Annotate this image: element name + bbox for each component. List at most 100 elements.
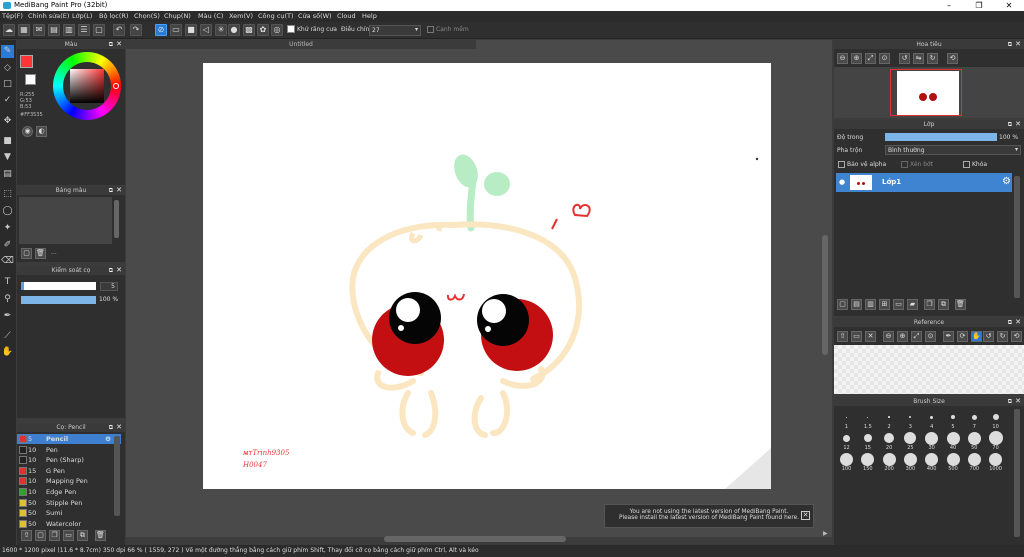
bucket-tool-icon[interactable]: ▼ — [1, 151, 14, 164]
delete-palette-icon[interactable]: 🗑 — [35, 248, 46, 259]
secondary-color-swatch[interactable] — [25, 74, 36, 85]
close-icon[interactable]: ✕ — [1015, 397, 1021, 406]
close-icon[interactable]: ✕ — [116, 186, 122, 195]
actual-size-icon[interactable]: ⊙ — [925, 331, 936, 342]
smooth-checkbox[interactable] — [427, 26, 434, 33]
new-text-layer-icon[interactable]: ⊞ — [879, 299, 890, 310]
brush-size-cell[interactable]: 12 — [836, 430, 857, 451]
brush-size-cell[interactable]: 20 — [879, 430, 900, 451]
lasso-tool-icon[interactable]: ◯ — [1, 205, 14, 218]
brush-size-cell[interactable]: 10 — [985, 409, 1006, 430]
canvas-tab[interactable]: Untitled — [126, 40, 476, 49]
close-icon[interactable]: ✕ — [1015, 318, 1021, 327]
pin-icon[interactable]: ⧉ — [109, 266, 113, 275]
chat-icon[interactable]: ✉ — [33, 24, 45, 36]
pin-icon[interactable]: ⧉ — [1008, 120, 1012, 129]
brush-size-cell[interactable]: 400 — [921, 451, 942, 472]
brush-item[interactable]: 10 Edge Pen — [17, 487, 121, 497]
drawing-canvas[interactable]: ᴍ̶ᴛTrinh9305 H0047 — [203, 63, 771, 489]
divide-tool-icon[interactable]: ⟋ — [1, 330, 14, 343]
close-reference-icon[interactable]: ✕ — [865, 331, 876, 342]
reset-view-icon[interactable]: ⟲ — [947, 53, 958, 64]
zoom-out-icon[interactable]: ⊖ — [837, 53, 848, 64]
new-8bit-layer-icon[interactable]: ▥ — [865, 299, 876, 310]
color-mode-icon[interactable]: ◉ — [22, 126, 33, 137]
close-icon[interactable]: ✕ — [116, 40, 122, 49]
redo-icon[interactable]: ↷ — [130, 24, 142, 36]
text-tool-icon[interactable]: T — [1, 276, 14, 289]
layer-scrollbar[interactable] — [1014, 176, 1020, 298]
antialias-checkbox[interactable] — [287, 25, 295, 33]
hand-tool-icon[interactable]: ✋ — [1, 346, 14, 359]
brush-size-cell[interactable]: 2 — [879, 409, 900, 430]
duplicate-icon[interactable]: ⧉ — [77, 530, 88, 541]
grid-icon[interactable]: ▦ — [18, 24, 30, 36]
brush-size-cell[interactable]: 70 — [985, 430, 1006, 451]
scroll-right-icon[interactable]: ▶ — [823, 530, 828, 537]
brush-size-cell[interactable]: 15 — [857, 430, 878, 451]
magic-wand-tool-icon[interactable]: ✦ — [1, 222, 14, 235]
folder-icon[interactable]: ▭ — [63, 530, 74, 541]
close-button[interactable]: ✕ — [994, 0, 1024, 11]
brush-item[interactable]: 15 G Pen — [17, 466, 121, 476]
actual-size-icon[interactable]: ⊙ — [879, 53, 890, 64]
open-image-icon[interactable]: ⇧ — [837, 331, 848, 342]
palette-area[interactable] — [19, 197, 112, 244]
menu-help[interactable]: Help — [362, 12, 377, 20]
update-notification[interactable]: You are not using the latest version of … — [604, 504, 814, 528]
opacity-slider[interactable] — [21, 296, 96, 304]
rotate-right-icon[interactable]: ↻ — [927, 53, 938, 64]
list-icon[interactable]: ☰ — [78, 24, 90, 36]
zoom-in-icon[interactable]: ⊕ — [851, 53, 862, 64]
circle-icon[interactable]: ● — [228, 24, 240, 36]
reference-folder-icon[interactable]: ▭ — [851, 331, 862, 342]
ruler-icon[interactable]: ◁ — [200, 24, 212, 36]
folder-icon[interactable]: ▰ — [907, 299, 918, 310]
brush-size-cell[interactable]: 300 — [900, 451, 921, 472]
navigator-preview[interactable] — [834, 67, 1024, 118]
dot-tool-icon[interactable]: □ — [1, 78, 14, 91]
primary-color-swatch[interactable] — [20, 55, 33, 68]
zoom-out-icon[interactable]: ⊖ — [883, 331, 894, 342]
brush-size-cell[interactable]: 5 — [943, 409, 964, 430]
duplicate-layer-icon[interactable]: ❐ — [924, 299, 935, 310]
fit-icon[interactable]: ⤢ — [865, 53, 876, 64]
clipping-checkbox[interactable] — [901, 161, 908, 168]
new-layer-icon[interactable]: ▢ — [837, 299, 848, 310]
brush-up-icon[interactable]: ⇧ — [21, 530, 32, 541]
adjust-select[interactable]: 27 ▾ — [369, 25, 421, 36]
brush-size-cell[interactable]: 30 — [921, 430, 942, 451]
merge-layer-icon[interactable]: ⧉ — [938, 299, 949, 310]
brush-item[interactable]: 10 Mapping Pen — [17, 476, 121, 486]
minimize-button[interactable]: – — [934, 0, 964, 11]
snap-icon[interactable]: ✳ — [215, 24, 227, 36]
layer-opacity-slider[interactable] — [885, 133, 997, 141]
brush-size-cell[interactable]: 100 — [836, 451, 857, 472]
fill-shape-tool-icon[interactable]: ■ — [1, 135, 14, 148]
brush-size-cell[interactable]: 200 — [879, 451, 900, 472]
brush-item[interactable]: 10 Pen (Sharp) — [17, 455, 121, 465]
brush-size-cell[interactable]: 500 — [943, 451, 964, 472]
menu-cloud[interactable]: Cloud — [337, 12, 356, 20]
delete-layer-icon[interactable]: 🗑 — [955, 299, 966, 310]
brush-tool-icon[interactable]: ✎ — [1, 45, 14, 58]
canvas-horizontal-scrollbar[interactable] — [384, 536, 566, 542]
palette-scrollbar[interactable] — [114, 200, 119, 238]
new-brush-icon[interactable]: ▢ — [35, 530, 46, 541]
brush-size-cell[interactable]: 7 — [964, 409, 985, 430]
brush-size-cell[interactable]: 4 — [921, 409, 942, 430]
eye-icon[interactable]: ● — [839, 178, 845, 186]
new-folder-icon[interactable]: ▭ — [893, 299, 904, 310]
gear-snap-icon[interactable]: ✿ — [257, 24, 269, 36]
page-icon[interactable]: ▢ — [93, 24, 105, 36]
rotate-left-icon[interactable]: ↺ — [899, 53, 910, 64]
brush-size-cell[interactable]: 1.5 — [857, 409, 878, 430]
pin-icon[interactable]: ⧉ — [1008, 40, 1012, 49]
panel-icon[interactable]: ▥ — [63, 24, 75, 36]
copy-brush-icon[interactable]: ❐ — [49, 530, 60, 541]
brush-item[interactable]: 50 Stipple Pen — [17, 498, 121, 508]
rotate-right-icon[interactable]: ↻ — [997, 331, 1008, 342]
close-icon[interactable]: ✕ — [1015, 120, 1021, 129]
pin-icon[interactable]: ⧉ — [1008, 318, 1012, 327]
close-icon[interactable]: ✕ — [116, 266, 122, 275]
